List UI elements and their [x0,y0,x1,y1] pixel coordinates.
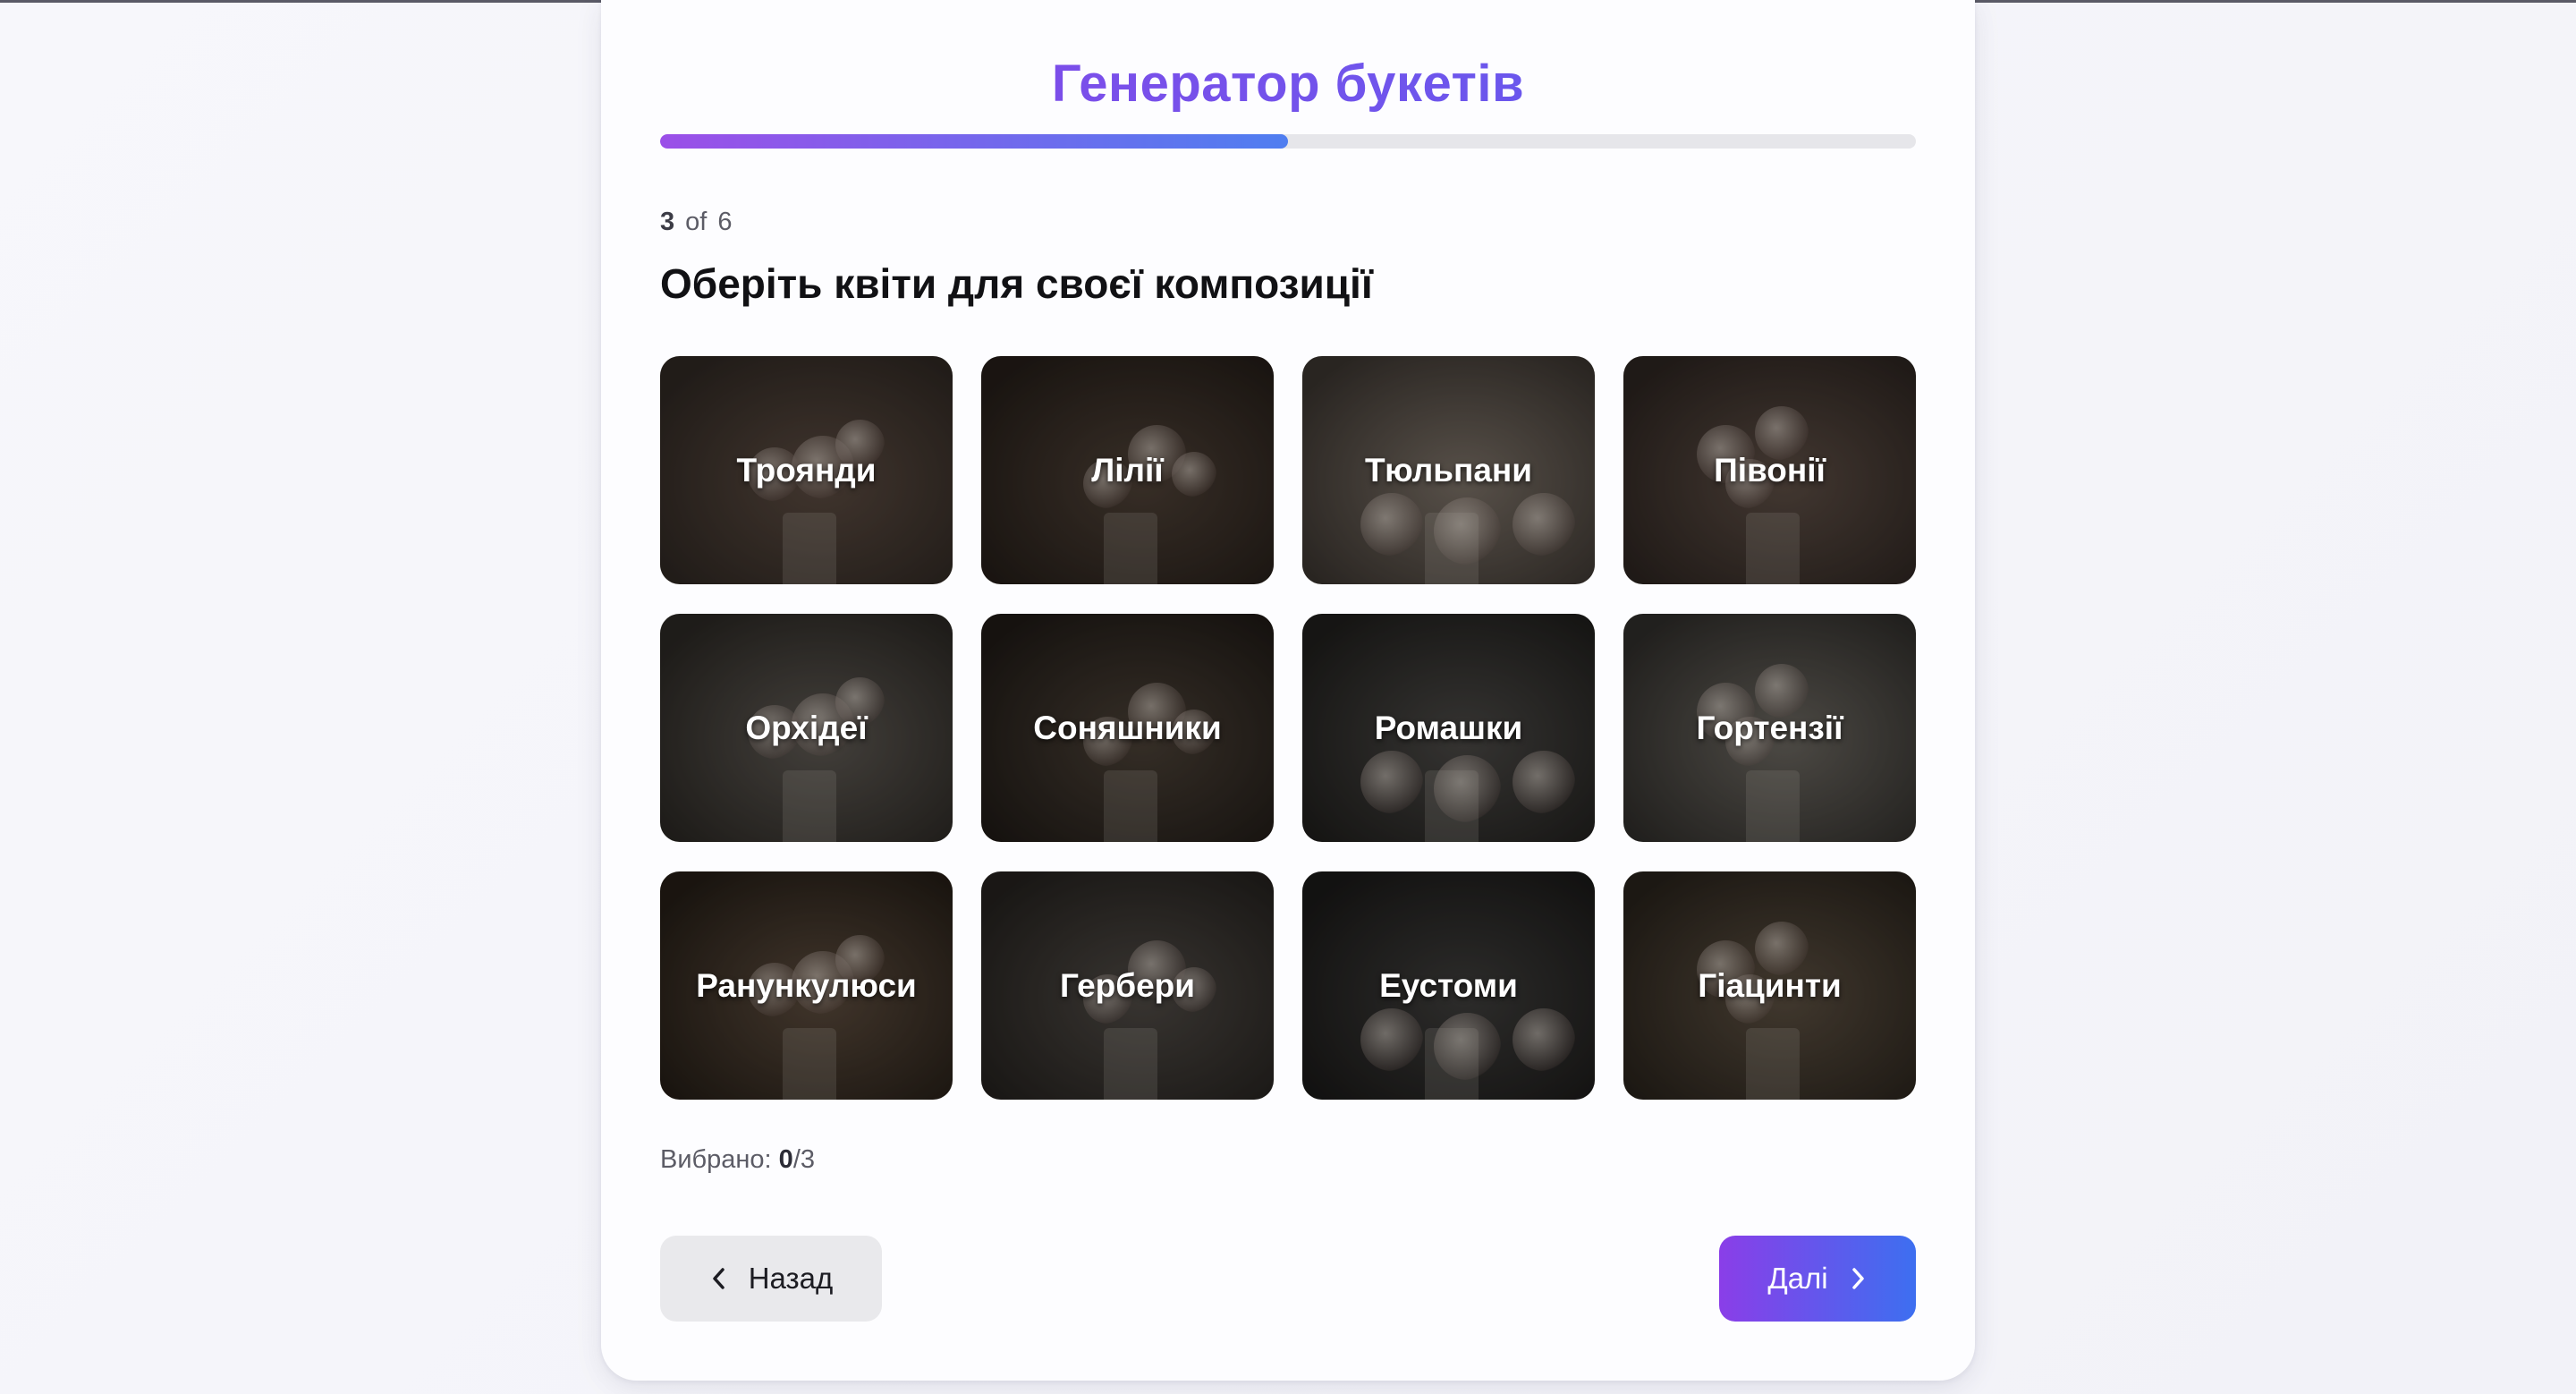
flower-options-grid: Троянди Лілії Тюльпани Півонії Орхідеї Соняшн… [660,356,1916,1100]
progress-bar [660,134,1916,149]
back-button-label: Назад [748,1262,834,1295]
next-button[interactable]: Далі [1719,1236,1916,1322]
flower-option[interactable]: Півонії [1623,356,1916,584]
flower-option[interactable]: Еустоми [1302,871,1595,1100]
flower-option[interactable]: Гіацинти [1623,871,1916,1100]
flower-option-label: Ранункулюси [696,966,917,1004]
flower-option-label: Гіацинти [1698,966,1842,1004]
flower-option-label: Тюльпани [1364,451,1533,489]
step-indicator: 3 of 6 [660,208,742,237]
flower-option[interactable]: Ромашки [1302,614,1595,842]
selection-max: /3 [792,1145,815,1174]
flower-option-label: Гербери [1059,966,1196,1004]
page-title: Генератор букетів [601,54,1975,114]
flower-option-label: Троянди [736,451,877,489]
selection-label: Вибрано: [660,1145,772,1174]
flower-option-label: Ромашки [1374,709,1523,746]
chevron-right-icon [1848,1266,1868,1291]
flower-option[interactable]: Троянди [660,356,953,584]
flower-option[interactable]: Лілії [981,356,1274,584]
step-total: 6 [717,208,733,236]
flower-option[interactable]: Соняшники [981,614,1274,842]
step-current: 3 [660,208,675,236]
chevron-left-icon [709,1266,729,1291]
progress-bar-fill [660,134,1288,149]
flower-option[interactable]: Гербери [981,871,1274,1100]
flower-option-label: Еустоми [1379,966,1518,1004]
flower-option-label: Гортензії [1696,709,1843,746]
bouquet-wizard-card: Генератор букетів 3 of 6 Оберіть квіти для… [601,0,1975,1381]
selection-count: 0 [778,1145,793,1174]
flower-option-label: Півонії [1714,451,1826,489]
flower-option[interactable]: Тюльпани [1302,356,1595,584]
flower-option-label: Орхідеї [745,709,868,746]
flower-option-label: Лілії [1091,451,1164,489]
flower-option[interactable]: Гортензії [1623,614,1916,842]
flower-option[interactable]: Ранункулюси [660,871,953,1100]
step-of: of [685,208,708,236]
selection-counter: Вибрано: 0/3 [660,1145,815,1175]
step-question: Оберіть квіти для своєї композиції [660,260,1373,307]
back-button[interactable]: Назад [660,1236,882,1322]
next-button-label: Далі [1767,1262,1828,1295]
flower-option-label: Соняшники [1033,709,1222,746]
flower-option[interactable]: Орхідеї [660,614,953,842]
